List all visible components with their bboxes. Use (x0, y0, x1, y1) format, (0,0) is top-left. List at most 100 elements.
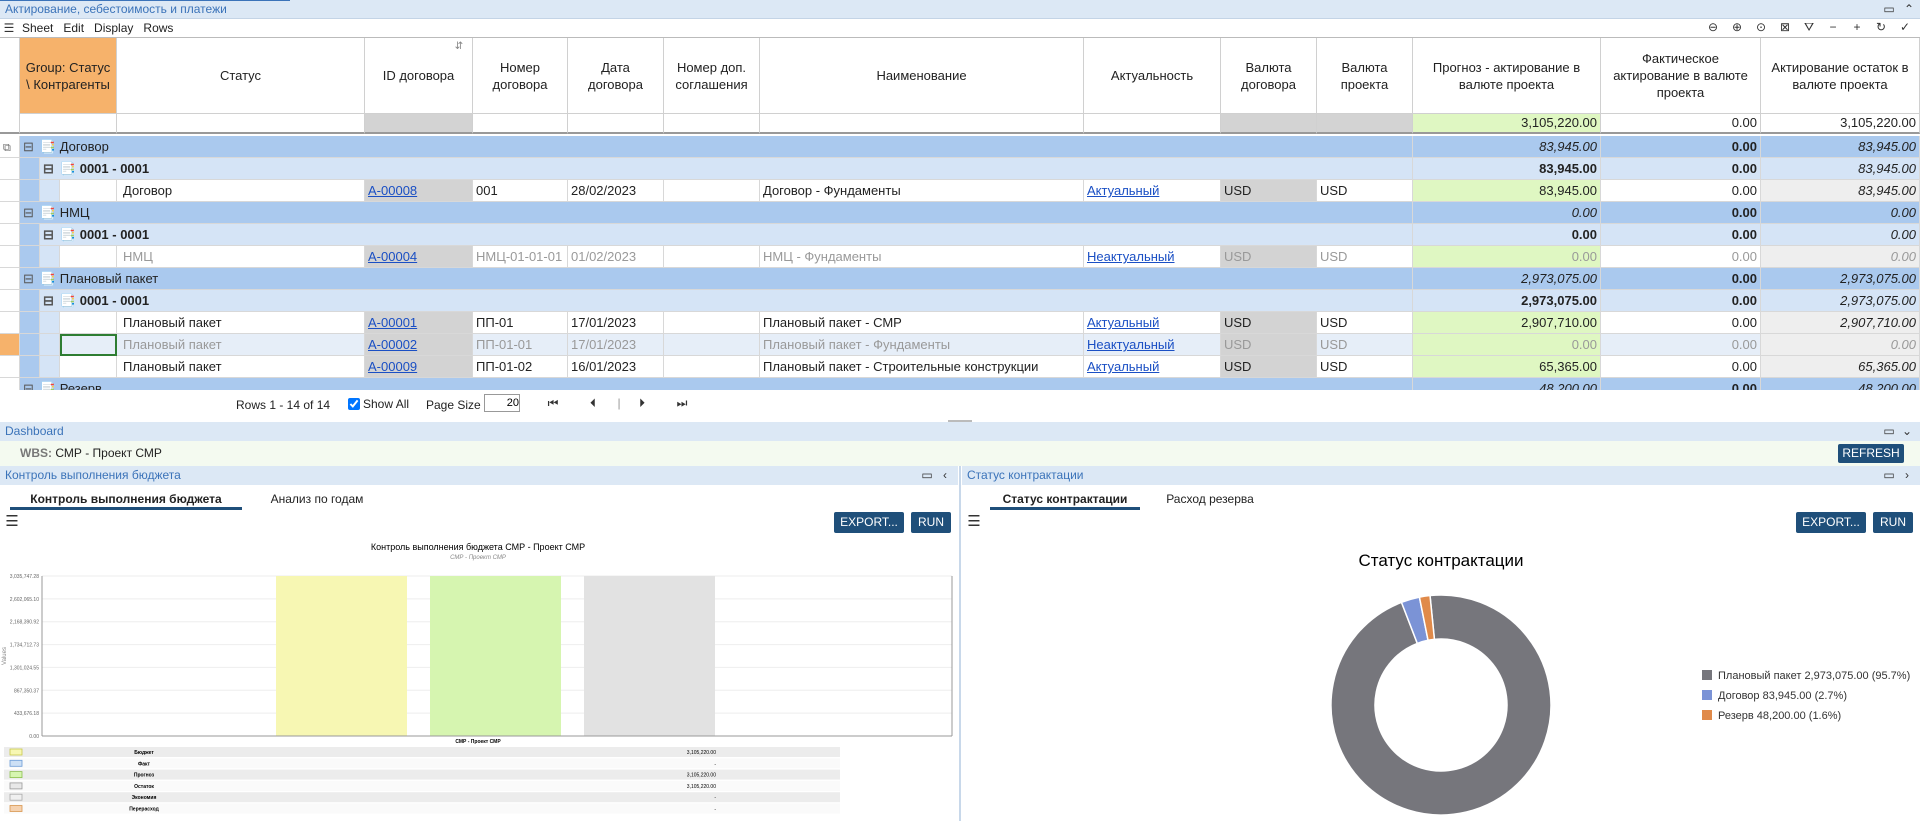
group-row[interactable]: ⊟ 📑 0001 - 0001 2,973,075.00 0.00 2,973,075.… (0, 290, 1920, 312)
row-gutter[interactable]: ⧉ (0, 136, 20, 158)
collapse-toggle-icon[interactable]: ⊟ (23, 139, 34, 154)
contract-expand-icon[interactable]: › (1900, 468, 1914, 482)
column-header-cur_contract[interactable]: Валюта договора (1221, 38, 1317, 114)
group-label[interactable]: ⊟ 📑 Договор (20, 136, 1413, 158)
bar-2[interactable] (430, 576, 561, 736)
actuality-link[interactable]: Актуальный (1087, 315, 1159, 330)
tab-year-analysis[interactable]: Анализ по годам (262, 488, 372, 510)
column-header-date[interactable]: Дата договора (568, 38, 664, 114)
zoom-out-icon[interactable]: ⊖ (1706, 20, 1720, 34)
group-label[interactable]: ⊟ 📑 0001 - 0001 (40, 224, 1413, 246)
group-label[interactable]: ⊟ 📑 Плановый пакет (20, 268, 1413, 290)
collapse-toggle-icon[interactable]: ⊟ (43, 161, 54, 176)
filter-icon[interactable]: ⛛ (1802, 20, 1816, 34)
cell-actual[interactable]: Актуальный (1084, 180, 1221, 202)
plus-icon[interactable]: + (1850, 20, 1864, 34)
group-label[interactable]: ⊟ 📑 Резерв (20, 378, 1413, 390)
panel-divider[interactable] (959, 466, 961, 821)
cell-actual[interactable]: Неактуальный (1084, 246, 1221, 268)
zoom-in-icon[interactable]: ⊕ (1730, 20, 1744, 34)
cell-status[interactable]: Договор (117, 180, 365, 202)
cell-id[interactable]: A-00009 (365, 356, 473, 378)
contract-id-link[interactable]: A-00004 (368, 249, 417, 264)
column-header-addnum[interactable]: Номер доп. соглашения (664, 38, 760, 114)
show-all-checkbox[interactable] (348, 398, 360, 410)
filter-cell-group[interactable] (20, 114, 117, 134)
last-page-icon[interactable]: ⏭ (675, 396, 689, 410)
contract-export-button[interactable]: EXPORT... (1796, 512, 1866, 533)
dashboard-maximize-icon[interactable]: ▭ (1882, 424, 1896, 438)
contract-id-link[interactable]: A-00008 (368, 183, 417, 198)
column-header-rest[interactable]: Актирование остаток в валюте проекта (1761, 38, 1920, 114)
group-label[interactable]: ⊟ 📑 0001 - 0001 (40, 158, 1413, 180)
bar-3[interactable] (584, 576, 715, 736)
cell-id[interactable]: A-00002 (365, 334, 473, 356)
filter-cell-name[interactable] (760, 114, 1084, 134)
sort-icon[interactable]: ⇵ (452, 40, 466, 54)
row-select-cell[interactable] (60, 334, 117, 356)
menu-item-display[interactable]: Display (94, 19, 133, 37)
prev-page-icon[interactable]: ⏴ (586, 396, 600, 410)
contract-id-link[interactable]: A-00009 (368, 359, 417, 374)
actuality-link[interactable]: Неактуальный (1087, 337, 1175, 352)
row-select-cell[interactable] (60, 312, 117, 334)
cell-actual[interactable]: Актуальный (1084, 312, 1221, 334)
menu-item-edit[interactable]: Edit (63, 19, 84, 37)
table-row[interactable]: Договор A-00008 001 28/02/2023 Договор - Фун… (0, 180, 1920, 202)
row-gutter[interactable] (0, 224, 20, 246)
column-header-cur_project[interactable]: Валюта проекта (1317, 38, 1413, 114)
column-header-status[interactable]: Статус (117, 38, 365, 114)
column-header-num[interactable]: Номер договора (473, 38, 568, 114)
cell-id[interactable]: A-00001 (365, 312, 473, 334)
zoom-reset-icon[interactable]: ⊙ (1754, 20, 1768, 34)
filter-cell-id[interactable] (365, 114, 473, 134)
group-row[interactable]: ⊟ 📑 Плановый пакет 2,973,075.00 0.00 2,973,0… (0, 268, 1920, 290)
collapse-toggle-icon[interactable]: ⊟ (23, 271, 34, 286)
column-header-actual[interactable]: Актуальность (1084, 38, 1221, 114)
first-page-icon[interactable]: ⏮ (546, 396, 560, 410)
dashboard-collapse-icon[interactable]: ⌄ (1900, 424, 1914, 438)
row-gutter[interactable] (0, 268, 20, 290)
cell-status[interactable]: Плановый пакет (117, 334, 365, 356)
collapse-toggle-icon[interactable]: ⊟ (43, 293, 54, 308)
budget-maximize-icon[interactable]: ▭ (920, 468, 934, 482)
actuality-link[interactable]: Актуальный (1087, 183, 1159, 198)
contract-id-link[interactable]: A-00002 (368, 337, 417, 352)
row-gutter[interactable] (0, 246, 20, 268)
group-row[interactable]: ⧉ ⊟ 📑 Договор 83,945.00 0.00 83,945.00 (0, 136, 1920, 158)
page-size-input[interactable] (484, 394, 520, 412)
group-row[interactable]: ⊟ 📑 0001 - 0001 83,945.00 0.00 83,945.00 (0, 158, 1920, 180)
contract-menu-icon[interactable]: ☰ (967, 514, 981, 529)
row-gutter[interactable] (0, 312, 20, 334)
row-select-cell[interactable] (60, 356, 117, 378)
budget-collapse-icon[interactable]: ‹ (938, 468, 952, 482)
table-row[interactable]: Плановый пакет A-00009 ПП-01-02 16/01/2023 П… (0, 356, 1920, 378)
pie-legend-label[interactable]: Резерв 48,200.00 (1.6%) (1718, 710, 1841, 722)
actuality-link[interactable]: Неактуальный (1087, 249, 1175, 264)
cell-status[interactable]: Плановый пакет (117, 356, 365, 378)
group-row[interactable]: ⊟ 📑 Резерв 48,200.00 0.00 48,200.00 (0, 378, 1920, 390)
refresh-button[interactable]: REFRESH (1838, 444, 1904, 463)
column-header-fact[interactable]: Фактическое актирование в валюте проекта (1601, 38, 1761, 114)
collapse-icon[interactable]: ⌃ (1902, 2, 1916, 16)
filter-cell-addnum[interactable] (664, 114, 760, 134)
tab-reserve-spending[interactable]: Расход резерва (1160, 488, 1260, 510)
table-row[interactable]: Плановый пакет A-00001 ПП-01 17/01/2023 План… (0, 312, 1920, 334)
row-gutter[interactable] (0, 158, 20, 180)
row-gutter[interactable] (0, 290, 20, 312)
collapse-toggle-icon[interactable]: ⊟ (23, 205, 34, 220)
row-gutter[interactable] (0, 356, 20, 378)
filter-cell-cur_project[interactable] (1317, 114, 1413, 134)
cell-actual[interactable]: Актуальный (1084, 356, 1221, 378)
group-row[interactable]: ⊟ 📑 0001 - 0001 0.00 0.00 0.00 (0, 224, 1920, 246)
row-gutter[interactable] (0, 378, 20, 390)
filter-cell-date[interactable] (568, 114, 664, 134)
collapse-toggle-icon[interactable]: ⊟ (23, 381, 34, 390)
check-icon[interactable]: ✓ (1898, 20, 1912, 34)
tab-budget-control[interactable]: Контроль выполнения бюджета (10, 488, 242, 510)
column-header-forecast[interactable]: Прогноз - актирование в валюте проекта (1413, 38, 1601, 114)
cell-id[interactable]: A-00008 (365, 180, 473, 202)
cell-status[interactable]: Плановый пакет (117, 312, 365, 334)
filter-cell-actual[interactable] (1084, 114, 1221, 134)
tab-contract-status[interactable]: Статус контрактации (990, 488, 1140, 510)
